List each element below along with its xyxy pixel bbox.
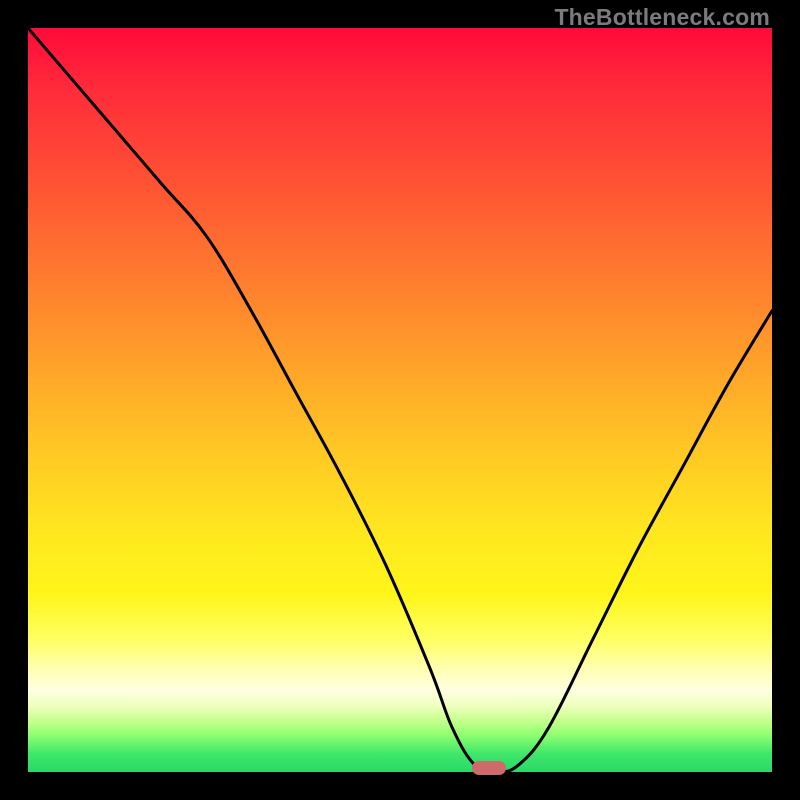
watermark-text: TheBottleneck.com: [554, 4, 770, 31]
plot-area: [28, 28, 772, 772]
bottleneck-curve: [28, 28, 772, 772]
chart-frame: TheBottleneck.com: [0, 0, 800, 800]
optimal-marker: [472, 761, 506, 775]
